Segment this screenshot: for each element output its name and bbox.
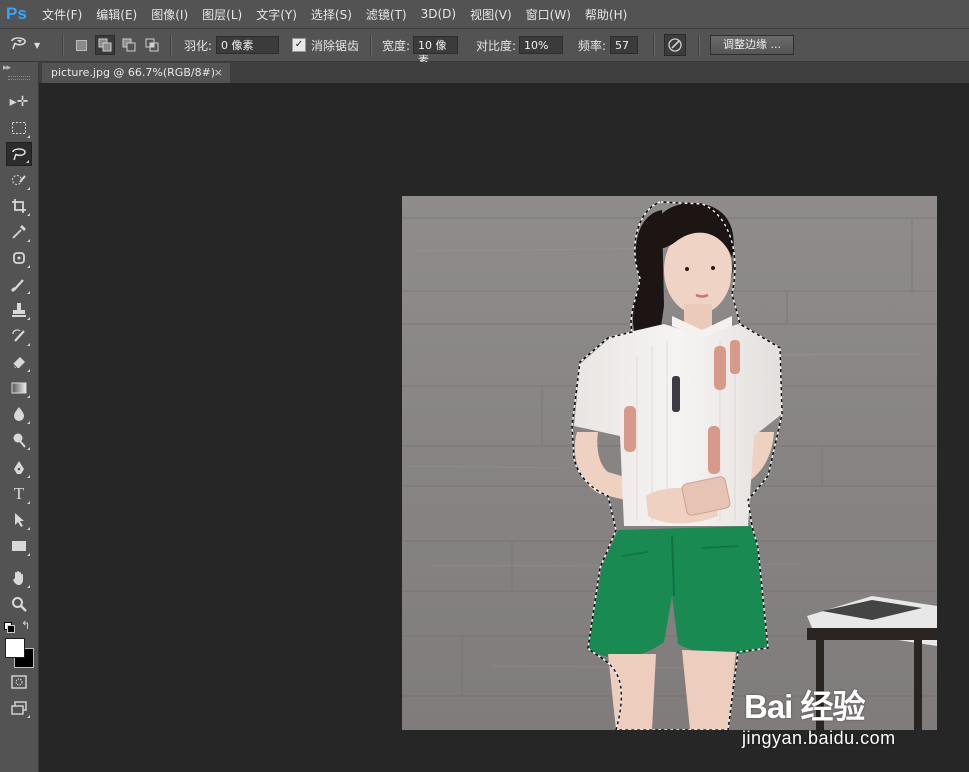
menu-edit[interactable]: 编辑(E) <box>96 6 137 23</box>
hand-tool[interactable] <box>6 566 32 590</box>
panel-collapse-icon[interactable]: ▸▸ <box>3 63 11 73</box>
photoshop-logo: Ps <box>6 4 27 23</box>
dodge-icon <box>13 433 26 448</box>
clone-stamp-tool[interactable] <box>6 298 32 322</box>
eyedropper-tool[interactable] <box>6 220 32 244</box>
zoom-icon <box>12 597 27 612</box>
document-canvas[interactable] <box>402 196 937 730</box>
feather-input[interactable]: 0 像素 <box>216 36 280 54</box>
lasso-tool[interactable] <box>6 142 32 166</box>
document-tab-bar: picture.jpg @ 66.7%(RGB/8#) × <box>39 62 969 83</box>
rectangle-icon <box>12 541 26 551</box>
move-icon: ▸✛ <box>9 94 29 110</box>
move-tool[interactable]: ▸✛ <box>6 90 32 114</box>
menu-type[interactable]: 文字(Y) <box>256 6 297 23</box>
new-selection-button[interactable] <box>72 36 90 54</box>
menu-help[interactable]: 帮助(H) <box>585 6 627 23</box>
crop-icon <box>12 199 26 213</box>
options-bar: ▼ 羽化: 0 像素 ✓ 消除锯齿 宽度: 10 像素 对比度: 10% 频率:… <box>0 28 969 67</box>
antialias-label: 消除锯齿 <box>311 38 360 53</box>
marquee-tool[interactable] <box>6 116 32 140</box>
chevron-down-icon: ▼ <box>34 40 41 50</box>
subtract-from-selection-icon <box>122 38 136 52</box>
rectangle-tool[interactable] <box>6 534 32 558</box>
marquee-icon <box>12 122 26 134</box>
clone-stamp-icon <box>12 303 26 317</box>
contrast-label: 对比度: <box>476 38 517 53</box>
screen-mode-button[interactable] <box>6 696 32 720</box>
frequency-input[interactable]: 57 <box>610 36 639 54</box>
foreground-color-swatch[interactable] <box>5 638 25 658</box>
gradient-tool[interactable] <box>6 376 32 400</box>
watermark-brand: Bai 经验 <box>744 688 866 725</box>
tools-panel: ▸▸ ▸✛ T ↰ <box>0 62 39 772</box>
add-to-selection-icon <box>98 38 112 52</box>
blur-tool[interactable] <box>6 402 32 426</box>
eraser-icon <box>12 357 25 369</box>
gradient-icon <box>11 382 27 394</box>
quick-select-tool[interactable] <box>6 168 32 192</box>
width-label: 宽度: <box>382 38 411 53</box>
path-select-icon <box>15 513 24 527</box>
close-icon[interactable]: × <box>214 63 223 83</box>
quick-mask-button[interactable] <box>6 670 32 694</box>
add-to-selection-button[interactable] <box>95 35 115 55</box>
zoom-tool[interactable] <box>6 592 32 616</box>
menu-image[interactable]: 图像(I) <box>151 6 188 23</box>
crop-tool[interactable] <box>6 194 32 218</box>
path-select-tool[interactable] <box>6 508 32 532</box>
pen-icon <box>14 461 24 474</box>
hand-icon <box>13 571 23 585</box>
menu-3d[interactable]: 3D(D) <box>421 7 456 21</box>
swap-colors-icon[interactable]: ↰ <box>21 619 30 632</box>
watermark-url: jingyan.baidu.com <box>742 728 896 748</box>
brush-icon <box>11 279 24 292</box>
healing-brush-tool[interactable] <box>6 246 32 270</box>
type-tool[interactable]: T <box>6 482 32 506</box>
menu-window[interactable]: 窗口(W) <box>526 6 571 23</box>
quick-mask-icon <box>11 675 27 689</box>
menu-filter[interactable]: 滤镜(T) <box>366 6 407 23</box>
frequency-label: 频率: <box>578 38 607 53</box>
feather-label: 羽化: <box>184 38 213 53</box>
menu-view[interactable]: 视图(V) <box>470 6 512 23</box>
antialias-checkbox[interactable]: ✓ <box>292 38 306 52</box>
dodge-tool[interactable] <box>6 428 32 452</box>
screen-mode-icon <box>11 701 27 715</box>
stylus-pressure-icon <box>668 38 682 52</box>
eyedropper-icon <box>12 225 26 239</box>
photo <box>402 196 937 730</box>
pen-tool[interactable] <box>6 456 32 480</box>
panel-grip[interactable] <box>8 76 30 80</box>
document-tab[interactable]: picture.jpg @ 66.7%(RGB/8#) × <box>42 63 230 83</box>
watermark: Bai 经验 jingyan.baidu.com <box>742 680 957 760</box>
history-brush-icon <box>12 329 25 342</box>
quick-select-icon <box>12 175 26 185</box>
stylus-pressure-button[interactable] <box>664 34 686 56</box>
subtract-from-selection-button[interactable] <box>120 36 138 54</box>
intersect-selection-button[interactable] <box>143 36 161 54</box>
menu-bar: Ps 文件(F) 编辑(E) 图像(I) 图层(L) 文字(Y) 选择(S) 滤… <box>0 0 969 28</box>
menu-file[interactable]: 文件(F) <box>42 6 82 23</box>
default-colors-icon[interactable] <box>4 622 15 633</box>
brush-tool[interactable] <box>6 272 32 296</box>
eraser-tool[interactable] <box>6 350 32 374</box>
blur-icon <box>14 407 24 421</box>
healing-brush-icon <box>13 252 25 264</box>
new-selection-icon <box>75 39 87 51</box>
history-brush-tool[interactable] <box>6 324 32 348</box>
refine-edge-button[interactable]: 调整边缘 ... <box>710 35 794 55</box>
tool-preset-picker[interactable]: ▼ <box>8 29 40 61</box>
width-input[interactable]: 10 像素 <box>413 36 459 67</box>
document-tab-title: picture.jpg @ 66.7%(RGB/8#) <box>51 66 216 79</box>
magnetic-lasso-icon <box>8 34 30 57</box>
menu-layer[interactable]: 图层(L) <box>202 6 242 23</box>
menu-select[interactable]: 选择(S) <box>311 6 352 23</box>
contrast-input[interactable]: 10% <box>519 36 564 54</box>
intersect-selection-icon <box>145 38 159 52</box>
type-icon: T <box>13 484 25 503</box>
